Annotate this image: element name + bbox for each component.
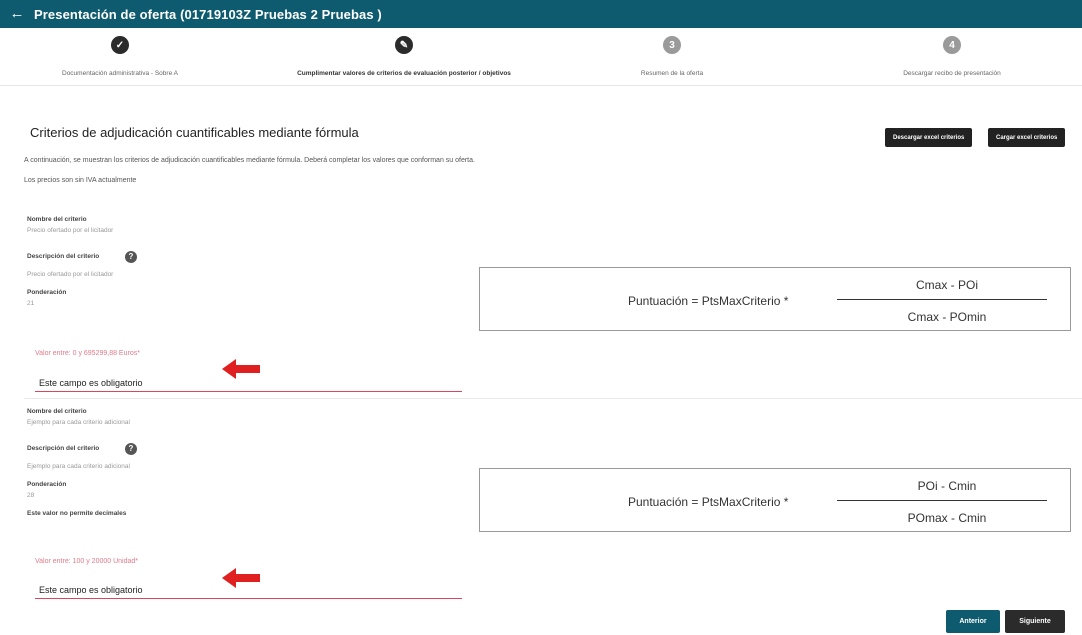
criterion-name-label: Nombre del criterio bbox=[27, 216, 87, 223]
app-header: ← Presentación de oferta (01719103Z Prue… bbox=[0, 0, 1082, 28]
step-4[interactable]: 4 Descargar recibo de presentación bbox=[837, 36, 1067, 77]
criterion-description-label: Descripción del criterio bbox=[27, 445, 100, 452]
step-3[interactable]: 3 Resumen de la oferta bbox=[557, 36, 787, 77]
criterion-weight-label: Ponderación bbox=[27, 289, 67, 296]
criterion-description-value: Ejemplo para cada criterio adicional bbox=[27, 463, 130, 470]
criterion-weight-value: 28 bbox=[27, 492, 35, 499]
value-input[interactable] bbox=[35, 374, 462, 392]
criteria-panel: Criterios de adjudicación cuantificables… bbox=[12, 102, 1082, 604]
divider bbox=[24, 398, 1082, 399]
formula-box-1: Puntuación = PtsMaxCriterio * Cmax - POi… bbox=[479, 267, 1071, 331]
value-field-label: Valor entre: 0 y 695299,88 Euros* bbox=[35, 350, 140, 357]
vat-note: Los precios son sin IVA actualmente bbox=[24, 177, 137, 184]
fraction-bar bbox=[837, 500, 1047, 501]
criterion-description-value: Precio ofertado por el licitador bbox=[27, 271, 114, 278]
formula-denominator: POmax - Cmin bbox=[907, 511, 987, 525]
formula-numerator: Cmax - POi bbox=[915, 278, 978, 292]
criterion-weight-value: 21 bbox=[27, 300, 35, 307]
fraction-bar bbox=[837, 299, 1047, 300]
formula-lhs: Puntuación = PtsMaxCriterio * bbox=[628, 495, 789, 509]
decimals-note: Este valor no permite decimales bbox=[27, 510, 127, 517]
criterion-description-label: Descripción del criterio bbox=[27, 253, 100, 260]
check-icon: ✓ bbox=[111, 36, 129, 54]
formula-denominator: Cmax - POmin bbox=[907, 310, 987, 324]
value-input[interactable] bbox=[35, 581, 462, 599]
criterion-name-label: Nombre del criterio bbox=[27, 408, 87, 415]
section-title: Criterios de adjudicación cuantificables… bbox=[30, 125, 359, 140]
stepper: ✓ Documentación administrativa - Sobre A… bbox=[0, 28, 1082, 86]
formula-lhs: Puntuación = PtsMaxCriterio * bbox=[628, 294, 789, 308]
step-label: Documentación administrativa - Sobre A bbox=[62, 70, 178, 77]
step-label: Cumplimentar valores de criterios de eva… bbox=[297, 70, 511, 77]
step-2[interactable]: ✎ Cumplimentar valores de criterios de e… bbox=[289, 36, 519, 77]
criterion-name-value: Ejemplo para cada criterio adicional bbox=[27, 419, 130, 426]
step-label: Descargar recibo de presentación bbox=[903, 70, 1001, 77]
formula-box-2: Puntuación = PtsMaxCriterio * POi - Cmin… bbox=[479, 468, 1071, 532]
upload-excel-button[interactable]: Cargar excel criterios bbox=[988, 128, 1066, 147]
previous-button[interactable]: Anterior bbox=[946, 610, 1000, 633]
edit-icon: ✎ bbox=[395, 36, 413, 54]
step-4-icon: 4 bbox=[943, 36, 961, 54]
download-excel-button[interactable]: Descargar excel criterios bbox=[885, 128, 973, 147]
arrow-left-icon[interactable]: ← bbox=[0, 0, 34, 28]
help-icon[interactable]: ? bbox=[125, 251, 137, 263]
criterion-weight-label: Ponderación bbox=[27, 481, 67, 488]
step-1[interactable]: ✓ Documentación administrativa - Sobre A bbox=[5, 36, 235, 77]
next-button[interactable]: Siguiente bbox=[1005, 610, 1065, 633]
formula-numerator: POi - Cmin bbox=[917, 479, 977, 493]
value-field-label: Valor entre: 100 y 20000 Unidad* bbox=[35, 558, 138, 565]
help-icon[interactable]: ? bbox=[125, 443, 137, 455]
step-label: Resumen de la oferta bbox=[640, 70, 704, 77]
criterion-name-value: Precio ofertado por el licitador bbox=[27, 227, 114, 234]
page-title: Presentación de oferta (01719103Z Prueba… bbox=[34, 6, 382, 22]
step-3-icon: 3 bbox=[663, 36, 681, 54]
intro-text: A continuación, se muestran los criterio… bbox=[24, 157, 475, 164]
